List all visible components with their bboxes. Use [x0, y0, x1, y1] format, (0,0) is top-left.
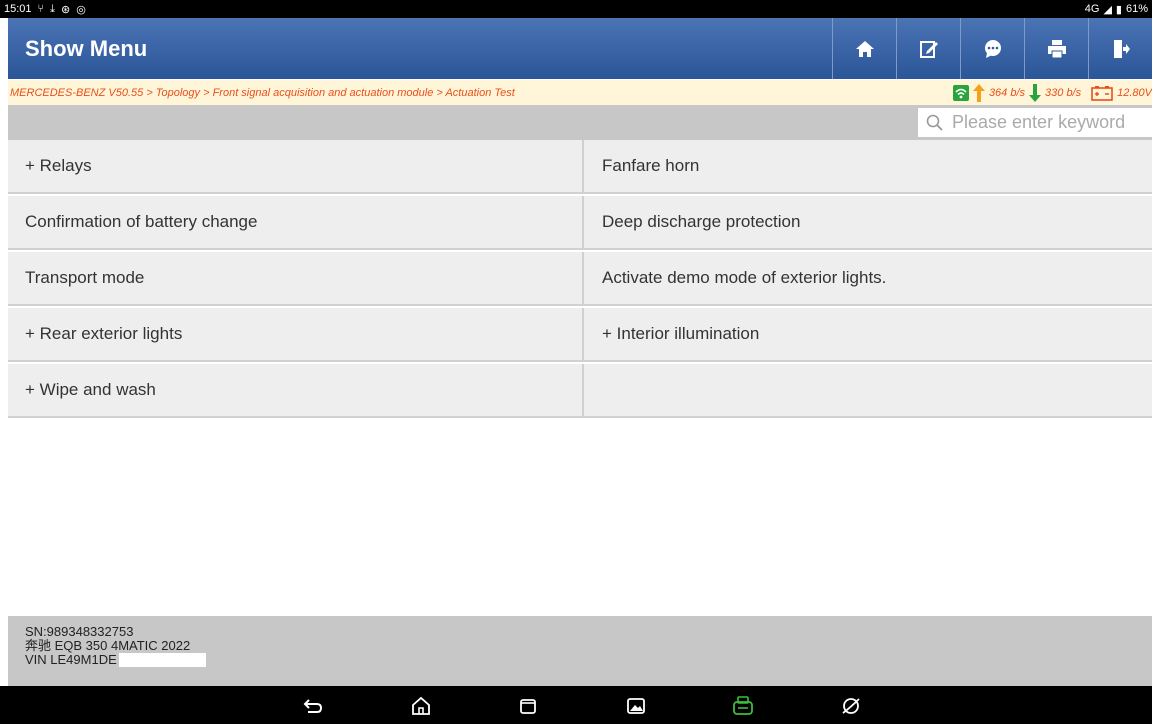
- chat-icon: ◎: [76, 3, 86, 16]
- exit-icon: [1113, 39, 1130, 58]
- menu-item-demo-mode[interactable]: Activate demo mode of exterior lights.: [584, 252, 1152, 306]
- android-nav-bar: [0, 686, 1152, 724]
- title-bar: Show Menu: [8, 18, 1152, 79]
- home-nav-button[interactable]: [410, 695, 432, 717]
- exit-button[interactable]: [1088, 18, 1152, 79]
- connection-stats: 364 b/s 330 b/s 12.80V: [952, 83, 1152, 102]
- home-button[interactable]: [832, 18, 896, 79]
- vin-number: VIN LE49M1DE: [25, 652, 117, 667]
- print-icon: [1047, 39, 1066, 58]
- menu-item-deep-discharge[interactable]: Deep discharge protection: [584, 196, 1152, 250]
- menu-grid: + Relays Fanfare horn Confirmation of ba…: [8, 140, 1152, 420]
- vin-redaction: [118, 653, 206, 667]
- vin-row: VIN LE49M1DE: [25, 653, 1152, 667]
- home-outline-icon: [412, 696, 430, 715]
- menu-row: + Wipe and wash: [8, 364, 1152, 420]
- search-icon: [926, 114, 943, 131]
- download-rate: 330 b/s: [1045, 86, 1082, 99]
- vehicle-info: SN:989348332753 奔驰 EQB 350 4MATIC 2022 V…: [8, 616, 1152, 686]
- car-battery-icon: [1091, 85, 1113, 101]
- message-button[interactable]: [960, 18, 1024, 79]
- upload-rate: 364 b/s: [988, 86, 1026, 99]
- menu-row: Confirmation of battery change Deep disc…: [8, 196, 1152, 252]
- message-icon: [984, 39, 1001, 58]
- wifi-icon: [952, 84, 969, 101]
- download-icon: ⤓: [50, 2, 56, 15]
- status-bar: 15:01 ⑂ ⤓ ⊛ ◎ 4G ◢ ▮ 61%: [0, 0, 1152, 18]
- menu-item-battery-change[interactable]: Confirmation of battery change: [8, 196, 584, 250]
- menu-item-wipe-wash[interactable]: + Wipe and wash: [8, 364, 584, 418]
- vci-icon: [733, 696, 753, 715]
- vci-button[interactable]: [732, 695, 754, 717]
- menu-item-empty: [584, 364, 1152, 418]
- breadcrumb-path: MERCEDES-BENZ V50.55 > Topology > Front …: [10, 86, 515, 99]
- accessibility-icon: ⊛: [61, 3, 71, 16]
- search-input[interactable]: [950, 111, 1144, 134]
- upload-arrow-icon: [972, 83, 985, 102]
- menu-item-interior-illumination[interactable]: + Interior illumination: [584, 308, 1152, 362]
- back-button[interactable]: [302, 695, 324, 717]
- search-box[interactable]: [918, 108, 1152, 137]
- breadcrumb: MERCEDES-BENZ V50.55 > Topology > Front …: [8, 80, 1152, 105]
- download-arrow-icon: [1029, 83, 1042, 102]
- home-icon: [855, 40, 874, 57]
- usb-icon: ⑂: [37, 3, 45, 15]
- status-time: 15:01: [4, 3, 32, 15]
- menu-item-rear-lights[interactable]: + Rear exterior lights: [8, 308, 584, 362]
- page-title: Show Menu: [25, 35, 148, 61]
- planet-icon: [842, 698, 860, 714]
- screenshot-button[interactable]: [625, 695, 647, 717]
- battery-icon: ▮: [1115, 3, 1122, 16]
- network-label: 4G: [1084, 3, 1100, 15]
- battery-voltage: 12.80V: [1117, 86, 1152, 99]
- menu-row: Transport mode Activate demo mode of ext…: [8, 252, 1152, 308]
- vehicle-model: 奔驰 EQB 350 4MATIC 2022: [25, 638, 191, 653]
- menu-item-transport-mode[interactable]: Transport mode: [8, 252, 584, 306]
- search-bar: [8, 105, 1152, 140]
- menu-item-relays[interactable]: + Relays: [8, 140, 584, 194]
- battery-level: 61%: [1125, 3, 1148, 15]
- menu-row: + Rear exterior lights + Interior illumi…: [8, 308, 1152, 364]
- signal-icon: ◢: [1103, 3, 1112, 16]
- back-icon: [303, 699, 323, 713]
- edit-button[interactable]: [896, 18, 960, 79]
- recents-icon: [520, 699, 536, 714]
- gallery-icon: [627, 698, 645, 714]
- recents-button[interactable]: [517, 695, 539, 717]
- edit-icon: [919, 40, 938, 58]
- menu-item-fanfare-horn[interactable]: Fanfare horn: [584, 140, 1152, 194]
- menu-row: + Relays Fanfare horn: [8, 140, 1152, 196]
- browser-button[interactable]: [840, 695, 862, 717]
- print-button[interactable]: [1024, 18, 1088, 79]
- serial-number: SN:989348332753: [25, 624, 134, 639]
